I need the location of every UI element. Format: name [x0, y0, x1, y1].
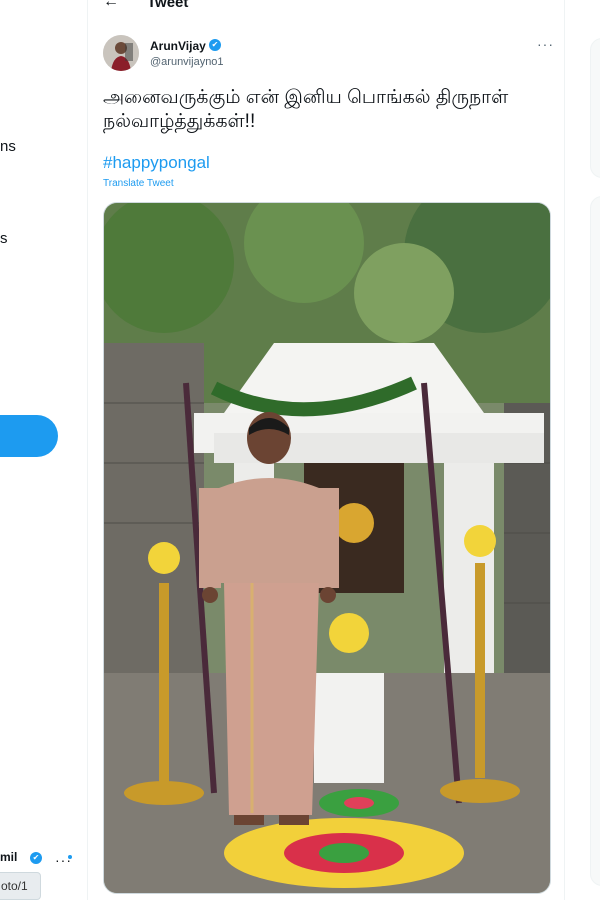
hashtag-link[interactable]: #happypongal	[103, 153, 210, 173]
verified-icon: ✔	[209, 39, 221, 51]
avatar[interactable]	[103, 35, 139, 71]
nav-item-fragment[interactable]: ns	[0, 138, 16, 155]
tweet-photo[interactable]	[103, 202, 551, 894]
trends-panel	[590, 196, 600, 886]
more-horizontal-icon[interactable]: ···	[537, 36, 554, 52]
left-sidebar: ns s mil ✔ ··· oto/1	[0, 0, 88, 900]
account-name[interactable]: mil	[0, 850, 17, 864]
notification-dot	[68, 855, 72, 859]
author-handle[interactable]: @arunvijayno1	[150, 56, 224, 68]
translate-tweet-link[interactable]: Translate Tweet	[103, 178, 174, 189]
nav-item-fragment[interactable]: s	[0, 230, 8, 247]
tweet-button[interactable]	[0, 415, 58, 457]
verified-icon: ✔	[30, 852, 42, 864]
tweet-column: ← Tweet ArunVijay ✔ @arunvijayno1 ··· அன…	[89, 0, 565, 900]
arrow-left-icon[interactable]: ←	[103, 0, 123, 12]
author-name[interactable]: ArunVijay	[150, 39, 206, 53]
search-panel	[590, 38, 600, 178]
right-sidebar	[566, 0, 600, 900]
tweet-text: அனைவருக்கும் என் இனிய பொங்கல் திருநாள் ந…	[103, 87, 509, 132]
link-preview-tooltip: oto/1	[0, 872, 41, 900]
page-title: Tweet	[147, 0, 189, 11]
page-header: ← Tweet	[89, 0, 565, 22]
